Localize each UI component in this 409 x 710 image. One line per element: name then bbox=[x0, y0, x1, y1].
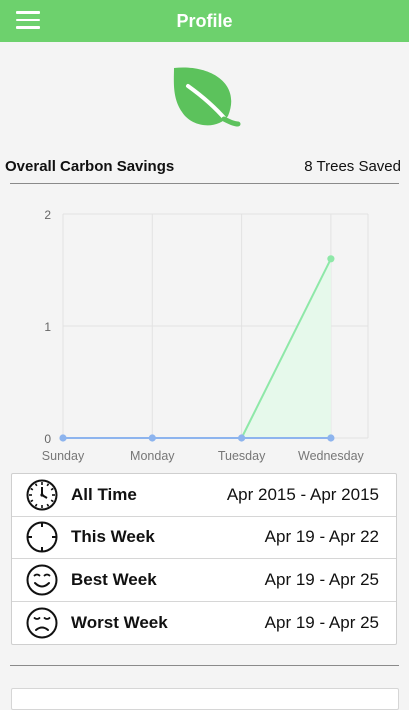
stat-value: Apr 19 - Apr 22 bbox=[264, 527, 379, 547]
clock-icon bbox=[26, 479, 58, 511]
y-tick-label: 0 bbox=[44, 432, 51, 446]
divider bbox=[10, 183, 399, 184]
stat-value: Apr 2015 - Apr 2015 bbox=[226, 484, 379, 504]
summary-label: Overall Carbon Savings bbox=[5, 157, 175, 175]
data-point bbox=[59, 434, 67, 442]
stat-label: All Time bbox=[71, 484, 137, 504]
bottom-card bbox=[11, 688, 399, 710]
data-point bbox=[148, 434, 156, 442]
carbon-summary: Overall Carbon Savings 8 Trees Saved bbox=[5, 156, 401, 176]
menu-icon[interactable] bbox=[16, 11, 40, 29]
stat-label: Worst Week bbox=[71, 612, 168, 632]
leaf-icon bbox=[173, 67, 241, 127]
x-tick-label: Tuesday bbox=[218, 449, 266, 463]
carbon-chart: 0 1 2 Sunday Monday Tuesday Wednesday bbox=[42, 208, 369, 463]
page-title: Profile bbox=[176, 10, 233, 31]
data-point bbox=[327, 434, 335, 442]
stats-list: All Time Apr 2015 - Apr 2015 This Week A… bbox=[11, 473, 397, 645]
stat-value: Apr 19 - Apr 25 bbox=[264, 569, 379, 589]
stat-value: Apr 19 - Apr 25 bbox=[264, 612, 379, 632]
x-tick-label: Sunday bbox=[42, 449, 85, 463]
trees-saved: 8 Trees Saved bbox=[304, 157, 401, 175]
sad-face-icon bbox=[26, 607, 58, 639]
x-tick-label: Monday bbox=[130, 449, 175, 463]
app-header: Profile bbox=[0, 0, 409, 42]
divider bbox=[10, 665, 399, 666]
stat-row-all-time[interactable]: All Time Apr 2015 - Apr 2015 bbox=[12, 474, 396, 517]
stat-label: Best Week bbox=[71, 569, 157, 589]
crosshair-icon bbox=[26, 521, 58, 553]
y-tick-label: 2 bbox=[44, 208, 51, 222]
y-tick-label: 1 bbox=[44, 320, 51, 334]
stat-row-this-week[interactable]: This Week Apr 19 - Apr 22 bbox=[12, 517, 396, 559]
x-tick-label: Wednesday bbox=[298, 449, 365, 463]
stat-row-best-week[interactable]: Best Week Apr 19 - Apr 25 bbox=[12, 559, 396, 602]
stat-row-worst-week[interactable]: Worst Week Apr 19 - Apr 25 bbox=[12, 602, 396, 645]
stat-label: This Week bbox=[71, 527, 155, 547]
data-point bbox=[238, 434, 246, 442]
data-point bbox=[327, 255, 335, 263]
smiley-icon bbox=[26, 564, 58, 596]
